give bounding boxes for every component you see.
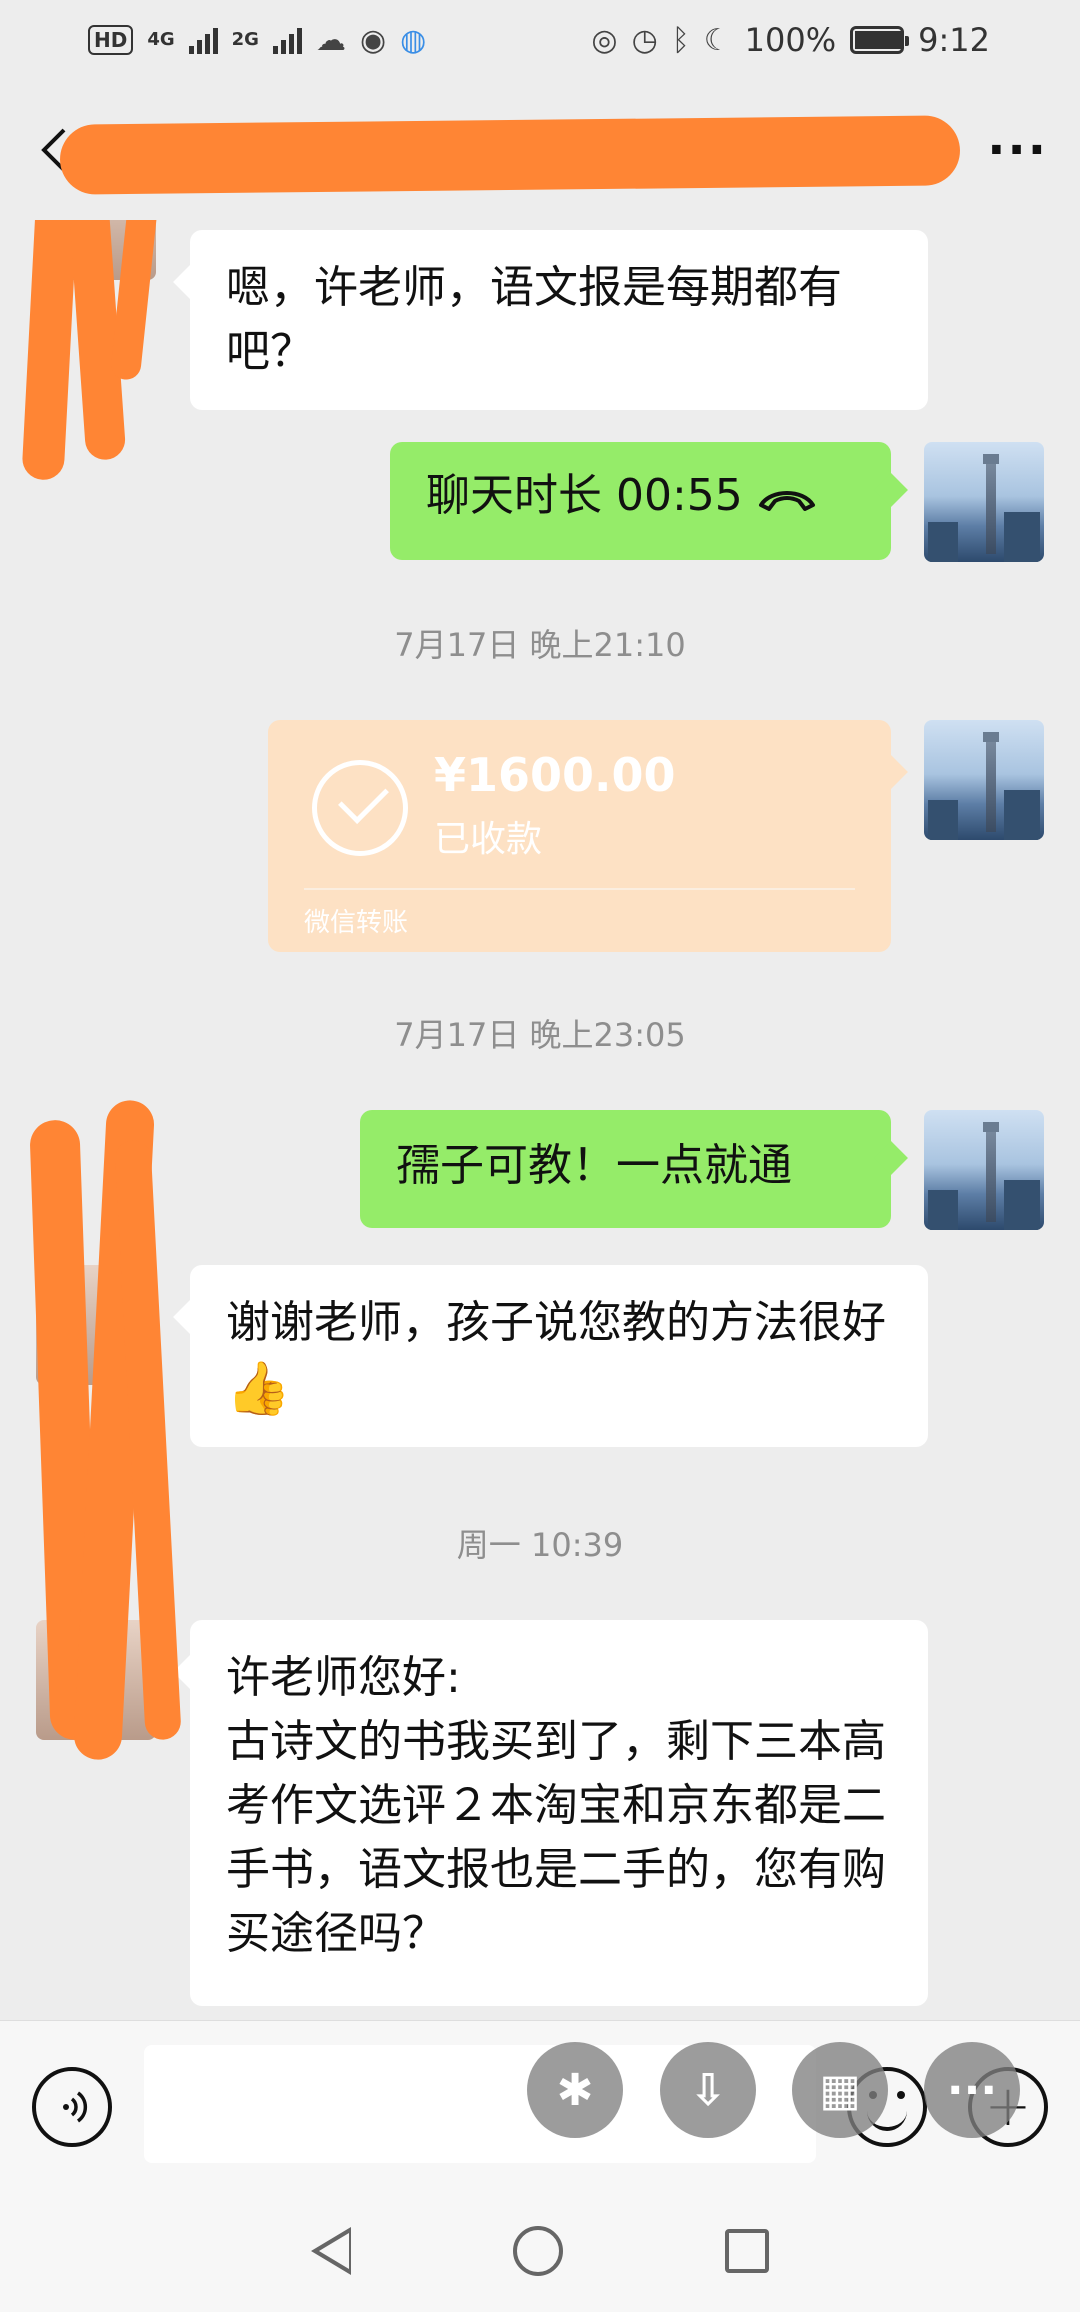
message-bubble-received[interactable]: 许老师您好: 古诗文的书我买到了，剩下三本高考作文选评２本淘宝和京东都是二手书，… bbox=[190, 1620, 928, 2006]
voice-input-icon[interactable] bbox=[32, 2067, 112, 2147]
nav-home-icon[interactable] bbox=[513, 2226, 563, 2276]
network-type-2: 2G bbox=[231, 29, 259, 50]
keyboard-icon[interactable]: ▦ bbox=[792, 2042, 888, 2138]
transfer-amount: ¥1600.00 bbox=[434, 748, 676, 802]
message-text: 孺子可教！一点就通 bbox=[396, 1140, 792, 1191]
call-duration-text: 聊天时长 00:55 bbox=[426, 470, 743, 521]
cloud-icon: ☁ bbox=[315, 22, 346, 58]
transfer-card[interactable]: ¥1600.00 已收款 微信转账 bbox=[268, 720, 891, 952]
thumbs-up-icon: 👍 bbox=[226, 1359, 291, 1419]
avatar[interactable] bbox=[924, 442, 1044, 562]
message-bubble-sent[interactable]: 孺子可教！一点就通 bbox=[360, 1110, 891, 1228]
message-text: 谢谢老师，孩子说您教的方法很好 bbox=[226, 1297, 886, 1348]
more-options-icon[interactable]: ··· bbox=[924, 2042, 1020, 2138]
timestamp: 7月17日 晚上21:10 bbox=[394, 626, 686, 664]
screenshot-shortcut-icon[interactable]: ✱ bbox=[527, 2042, 623, 2138]
message-greeting: 许老师您好: bbox=[226, 1652, 461, 1703]
transfer-label: 微信转账 bbox=[304, 908, 409, 938]
chat-title-bar: ··· bbox=[0, 80, 1080, 220]
eye-icon: ◎ bbox=[591, 22, 618, 58]
redaction-mark bbox=[59, 115, 961, 195]
audio-icon: ◉ bbox=[359, 22, 387, 58]
browser-icon: ◍ bbox=[400, 22, 427, 58]
download-icon[interactable]: ⇩ bbox=[660, 2042, 756, 2138]
avatar[interactable] bbox=[924, 720, 1044, 840]
signal-icon bbox=[188, 26, 218, 54]
nav-back-icon[interactable] bbox=[311, 2227, 351, 2275]
bluetooth-icon: ᛒ bbox=[671, 22, 690, 58]
system-nav-bar bbox=[0, 2190, 1080, 2312]
message-bubble-sent[interactable]: 聊天时长 00:55 bbox=[390, 442, 891, 560]
checkmark-icon bbox=[312, 760, 408, 856]
hd-badge: HD bbox=[88, 25, 134, 55]
moon-icon: ☾ bbox=[703, 22, 731, 58]
more-dots-icon[interactable]: ··· bbox=[987, 122, 1048, 178]
divider bbox=[304, 888, 855, 890]
timestamp: 7月17日 晚上23:05 bbox=[394, 1016, 686, 1054]
clock: 9:12 bbox=[918, 21, 990, 59]
status-bar: HD 4G 2G ☁ ◉ ◍ ◎ ◷ ᛒ ☾ 100% 9:12 bbox=[0, 0, 1080, 80]
phone-hangup-icon bbox=[758, 491, 815, 511]
message-bubble-received[interactable]: 谢谢老师，孩子说您教的方法很好 👍 bbox=[190, 1265, 928, 1447]
signal-icon bbox=[272, 26, 302, 54]
message-text: 嗯，许老师，语文报是每期都有吧？ bbox=[226, 262, 842, 377]
nav-recent-apps-icon[interactable] bbox=[725, 2229, 769, 2273]
battery-icon bbox=[850, 26, 910, 54]
message-bubble-received[interactable]: 嗯，许老师，语文报是每期都有吧？ bbox=[190, 230, 928, 410]
status-left: HD 4G 2G ☁ ◉ ◍ bbox=[88, 23, 426, 58]
alarm-icon: ◷ bbox=[631, 22, 658, 58]
status-right: ◎ ◷ ᛒ ☾ 100% 9:12 bbox=[591, 21, 990, 59]
transfer-status: 已收款 bbox=[434, 819, 543, 860]
network-type-1: 4G bbox=[147, 29, 175, 50]
message-text: 古诗文的书我买到了，剩下三本高考作文选评２本淘宝和京东都是二手书，语文报也是二手… bbox=[226, 1716, 886, 1959]
chat-history[interactable]: 嗯，许老师，语文报是每期都有吧？ 聊天时长 00:55 7月17日 晚上21:1… bbox=[0, 220, 1080, 2020]
battery-percent: 100% bbox=[744, 21, 837, 59]
avatar[interactable] bbox=[924, 1110, 1044, 1230]
